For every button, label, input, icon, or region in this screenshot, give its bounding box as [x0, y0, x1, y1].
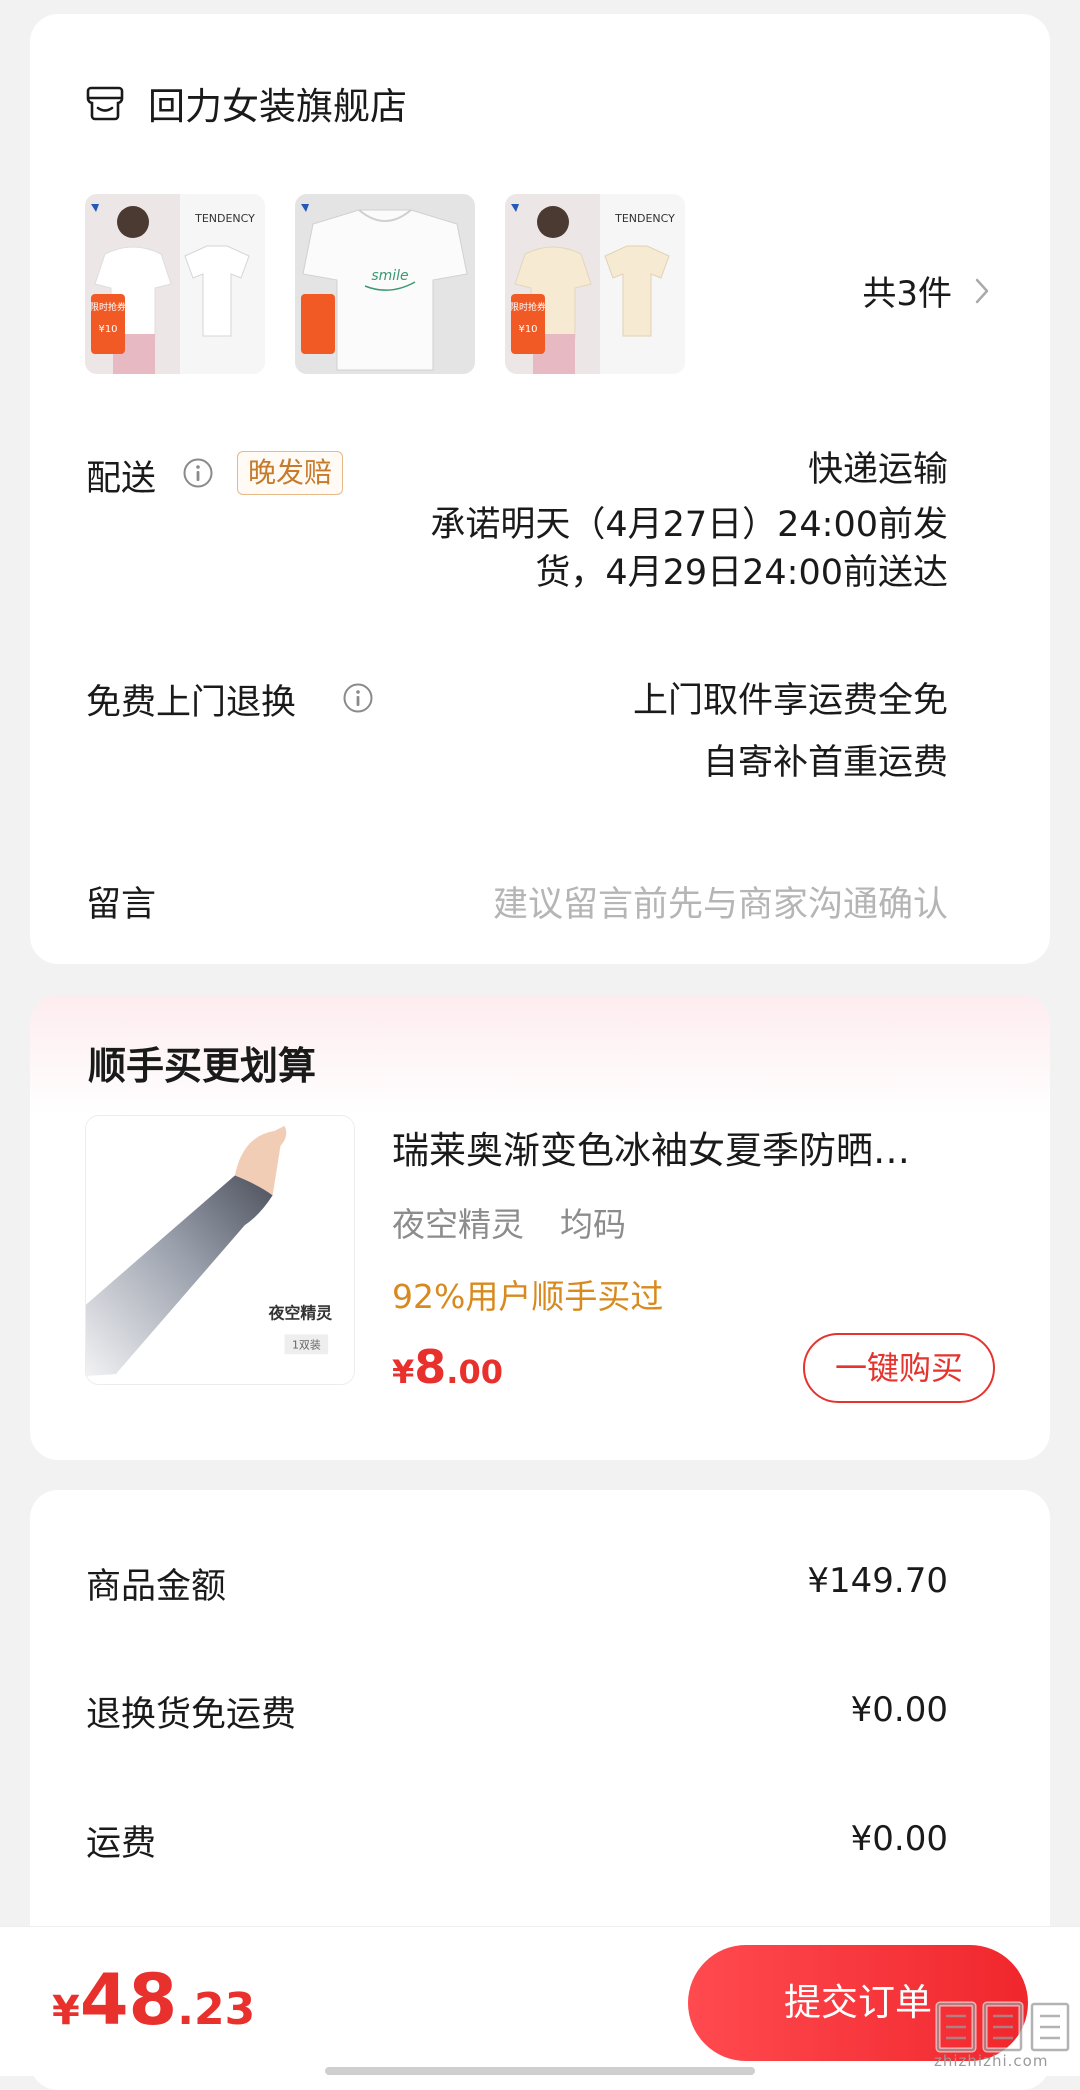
- product-thumb-1[interactable]: 限时抢券 ¥10 TENDENCY: [85, 194, 265, 374]
- product-thumb-2-image: smile: [295, 194, 475, 374]
- note-input[interactable]: 建议留言前先与商家沟通确认: [493, 876, 948, 927]
- note-label: 留言: [86, 885, 157, 925]
- shipping-info-icon[interactable]: [182, 457, 214, 489]
- upsell-title: 顺手买更划算: [88, 1044, 317, 1088]
- thumb-1-promo-price: ¥10: [98, 324, 117, 335]
- store-name: 回力女装旗舰店: [148, 85, 407, 128]
- upsell-price-dec: .00: [446, 1353, 503, 1391]
- svg-text:smile: smile: [371, 268, 408, 284]
- product-thumb-3[interactable]: 限时抢券 ¥10 TENDENCY: [505, 194, 685, 374]
- upsell-spec-color: 夜空精灵: [392, 1205, 524, 1244]
- upsell-image-pack: 1双装: [292, 1338, 321, 1351]
- product-thumb-3-image: 限时抢券 ¥10 TENDENCY: [505, 194, 685, 374]
- checkout-bar: ¥48.23 提交订单: [0, 1926, 1080, 2076]
- thumb-3-promo-price: ¥10: [518, 324, 537, 335]
- home-indicator[interactable]: [325, 2067, 755, 2075]
- thumb-3-brand: TENDENCY: [614, 212, 675, 225]
- shipping-promise-line1: 承诺明天（4月27日）24:00前发: [430, 505, 948, 545]
- goods-amount-value: ¥149.70: [807, 1561, 948, 1601]
- shipping-label: 配送: [86, 459, 157, 499]
- shipping-promise-line2: 货，4月29日24:00前送达: [535, 553, 948, 593]
- shipping-fee-value: ¥0.00: [850, 1819, 948, 1859]
- thumb-3-promo-top: 限时抢券: [510, 301, 546, 313]
- upsell-card: 顺手买更划算 夜空精灵 1双装 瑞莱奥渐变色冰袖女夏季防晒… 夜空精灵 均码 92…: [30, 995, 1050, 1460]
- returns-label: 免费上门退换: [86, 683, 297, 723]
- total-int: 48: [79, 1959, 178, 2041]
- store-header[interactable]: 回力女装旗舰店: [86, 76, 407, 130]
- upsell-price: ¥8.00: [392, 1340, 503, 1394]
- upsell-product-image[interactable]: 夜空精灵 1双装: [85, 1115, 355, 1385]
- thumb-1-promo-top: 限时抢券: [90, 301, 126, 313]
- returns-details: 上门取件享运费全免 自寄补首重运费: [633, 670, 948, 794]
- shipping-method: 快递运输: [807, 450, 948, 490]
- upsell-image-caption: 夜空精灵: [268, 1303, 333, 1322]
- shipping-details[interactable]: 快递运输 承诺明天（4月27日）24:00前发 货，4月29日24:00前送达: [430, 446, 948, 597]
- order-store-card: 回力女装旗舰店 限时抢券 ¥10 TENDENCY smile 限时抢券 ¥10…: [30, 14, 1050, 964]
- item-count-link[interactable]: 共3件: [862, 266, 990, 315]
- upsell-social-proof: 92%用户顺手买过: [392, 1277, 664, 1316]
- returns-info-icon[interactable]: [342, 682, 374, 714]
- one-click-buy-button[interactable]: 一键购买: [803, 1333, 995, 1403]
- product-thumbnails[interactable]: 限时抢券 ¥10 TENDENCY smile 限时抢券 ¥10 TENDENC…: [85, 194, 685, 374]
- returns-line2: 自寄补首重运费: [702, 743, 948, 783]
- total-symbol: ¥: [52, 1988, 80, 2034]
- upsell-spec-size: 均码: [560, 1205, 626, 1244]
- store-icon: [86, 86, 124, 121]
- upsell-price-int: 8: [414, 1340, 447, 1394]
- watermark-text: zhizhizhi.com: [934, 2052, 1049, 2070]
- total-dec: .23: [177, 1984, 256, 2035]
- late-shipment-badge[interactable]: 晚发赔: [237, 451, 344, 495]
- product-thumb-2[interactable]: smile: [295, 194, 475, 374]
- upsell-product-photo: 夜空精灵 1双装: [86, 1116, 354, 1384]
- shipping-fee-label: 运费: [86, 1824, 157, 1864]
- upsell-product-spec: 夜空精灵 均码: [392, 1198, 626, 1246]
- return-shipping-value: ¥0.00: [850, 1690, 948, 1730]
- product-thumb-1-image: 限时抢券 ¥10 TENDENCY: [85, 194, 265, 374]
- upsell-product-name[interactable]: 瑞莱奥渐变色冰袖女夏季防晒…: [392, 1120, 910, 1174]
- item-count: 共3件: [862, 274, 952, 314]
- goods-amount-label: 商品金额: [86, 1567, 227, 1607]
- thumb-1-brand: TENDENCY: [194, 212, 255, 225]
- order-total: ¥48.23: [52, 1959, 255, 2041]
- return-shipping-label: 退换货免运费: [86, 1695, 297, 1735]
- returns-line1: 上门取件享运费全免: [632, 681, 948, 721]
- chevron-right-icon: [975, 278, 989, 303]
- upsell-price-symbol: ¥: [392, 1353, 415, 1391]
